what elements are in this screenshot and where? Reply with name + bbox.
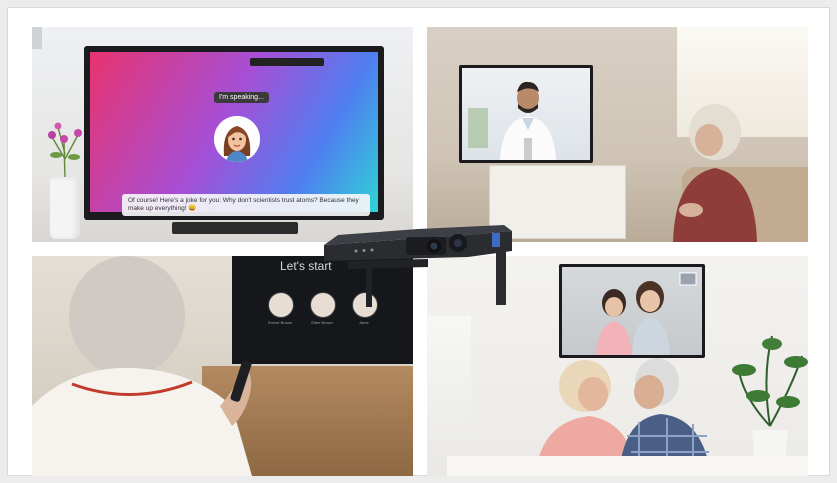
- tv-camera-device: [324, 225, 512, 307]
- family-on-call: [596, 272, 697, 355]
- assistant-avatar: [214, 116, 260, 162]
- profile-name: Ellen Brown: [311, 320, 333, 325]
- profile-name: Anne: [359, 320, 369, 325]
- tv-camera: [250, 58, 324, 66]
- television: [459, 65, 593, 163]
- television: I'm speaking... Of course! Here's a joke…: [84, 46, 384, 220]
- television: [559, 264, 705, 358]
- video-call-screen: [462, 68, 590, 160]
- wall-clock: [32, 27, 42, 49]
- assistant-message: Of course! Here's a joke for you: Why do…: [122, 194, 370, 216]
- shelf: [427, 316, 471, 476]
- sofa: [447, 456, 808, 476]
- tv-assistant-photo: I'm speaking... Of course! Here's a joke…: [32, 27, 413, 242]
- video-call-screen: [562, 267, 702, 355]
- potted-plant: [732, 335, 808, 476]
- tv-screen: I'm speaking... Of course! Here's a joke…: [90, 52, 378, 216]
- elderly-woman-with-remote: [32, 256, 252, 476]
- doctor-call-photo: [427, 27, 808, 242]
- vase: [50, 177, 80, 239]
- doctor-figure: [468, 81, 556, 160]
- tv-stand: [172, 222, 298, 234]
- elderly-woman: [673, 104, 757, 242]
- flower-vase: [48, 122, 82, 179]
- speaking-bubble: I'm speaking...: [214, 92, 269, 103]
